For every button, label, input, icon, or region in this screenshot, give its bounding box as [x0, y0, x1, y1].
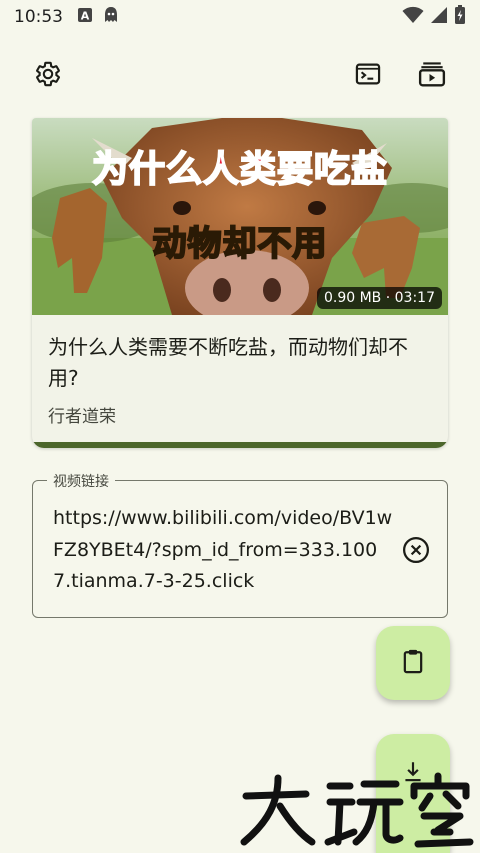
- ghost-notification-icon: [103, 6, 119, 28]
- wifi-icon: [402, 6, 424, 28]
- gear-icon: [34, 60, 62, 92]
- clear-circle-icon: [401, 537, 431, 569]
- console-button[interactable]: [348, 56, 388, 96]
- terminal-icon: [354, 60, 382, 92]
- top-action-bar: [0, 56, 480, 96]
- video-url-field[interactable]: 视频链接 https://www.bilibili.com/video/BV1w…: [32, 471, 448, 618]
- video-title: 为什么人类需要不断吃盐，而动物们却不用?: [48, 335, 408, 390]
- download-queue-button[interactable]: [412, 56, 452, 96]
- cellular-signal-icon: [430, 6, 448, 28]
- status-bar: 10:53 A: [0, 0, 480, 34]
- thumbnail-headline: 为什么人类要吃盐: [91, 148, 388, 191]
- settings-button[interactable]: [28, 56, 68, 96]
- url-field-label: 视频链接: [47, 471, 115, 491]
- video-info-card[interactable]: 为什么人类要吃盐 动物却不用 0.90 MB · 03:17 为什么人类需要不断…: [32, 118, 448, 448]
- app-notification-icon: A: [77, 7, 93, 27]
- status-time: 10:53: [14, 7, 63, 27]
- video-author: 行者道荣: [48, 407, 116, 427]
- svg-text:A: A: [81, 10, 90, 23]
- video-thumbnail: 为什么人类要吃盐 动物却不用 0.90 MB · 03:17: [32, 118, 448, 315]
- thumbnail-subheadline: 动物却不用: [152, 223, 328, 265]
- video-queue-icon: [417, 59, 447, 93]
- clipboard-icon: [399, 647, 427, 679]
- clear-url-button[interactable]: [401, 535, 431, 565]
- url-input[interactable]: https://www.bilibili.com/video/BV1wFZ8YB…: [53, 503, 393, 598]
- size-duration-badge: 0.90 MB · 03:17: [316, 287, 442, 309]
- paste-button[interactable]: [376, 626, 450, 700]
- battery-icon: [454, 5, 466, 29]
- watermark-logo: [238, 772, 478, 848]
- download-progress-bar: [32, 442, 448, 448]
